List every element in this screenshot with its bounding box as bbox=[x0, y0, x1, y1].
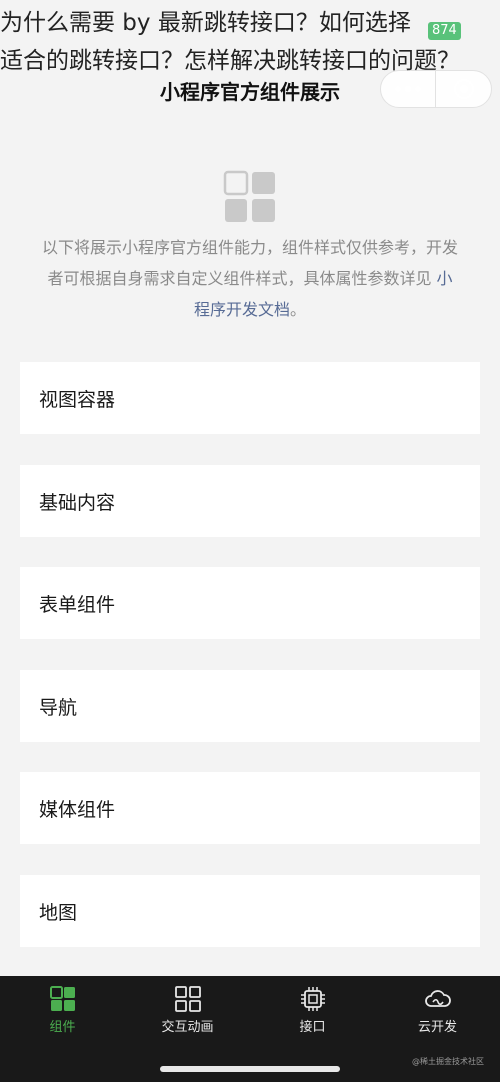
tab-label: 云开发 bbox=[417, 1020, 457, 1035]
menu-item-form-components[interactable]: 表单组件 bbox=[20, 567, 480, 639]
intro-body: 以下将展示小程序官方组件能力，组件样式仅供参考，开发者可根据自身需求自定义组件样… bbox=[41, 238, 458, 288]
overlay-headline-line1: 为什么需要 by 最新跳转接口？如何选择 bbox=[0, 10, 411, 36]
menu-item-label: 视图容器 bbox=[39, 388, 116, 411]
home-indicator bbox=[160, 1066, 340, 1072]
tab-components[interactable]: 组件 bbox=[0, 976, 125, 1082]
tab-label: 交互动画 bbox=[161, 1020, 214, 1035]
menu-item-map[interactable]: 地图 bbox=[20, 875, 480, 947]
overlay-headline: 为什么需要 by 最新跳转接口？如何选择 适合的跳转接口？怎样解决跳转接口的问题… bbox=[0, 4, 500, 80]
watermark: @稀土掘金技术社区 bbox=[412, 1057, 484, 1066]
intro-text: 以下将展示小程序官方组件能力，组件样式仅供参考，开发者可根据自身需求自定义组件样… bbox=[40, 232, 460, 325]
components-icon bbox=[49, 986, 75, 1011]
menu-item-label: 媒体组件 bbox=[39, 798, 116, 821]
components-logo-icon bbox=[223, 170, 277, 224]
menu-item-label: 表单组件 bbox=[39, 593, 116, 616]
chip-icon bbox=[300, 987, 325, 1011]
menu-item-label: 导航 bbox=[39, 696, 78, 719]
cloud-icon bbox=[424, 990, 451, 1007]
intro-tail: 。 bbox=[290, 300, 307, 319]
menu-item-view-container[interactable]: 视图容器 bbox=[20, 362, 480, 434]
more-dots-icon bbox=[395, 85, 421, 93]
menu-item-label: 地图 bbox=[39, 901, 78, 924]
interaction-icon bbox=[174, 986, 201, 1012]
tab-label: 组件 bbox=[49, 1020, 76, 1035]
overlay-headline-line2: 适合的跳转接口？怎样解决跳转接口的问题？ bbox=[0, 48, 460, 74]
menu-item-navigation[interactable]: 导航 bbox=[20, 670, 480, 742]
menu-item-basic-content[interactable]: 基础内容 bbox=[20, 465, 480, 537]
menu-item-label: 基础内容 bbox=[39, 491, 116, 514]
close-circle-icon bbox=[453, 78, 474, 100]
menu-item-media-components[interactable]: 媒体组件 bbox=[20, 772, 480, 844]
tab-label: 接口 bbox=[299, 1020, 326, 1035]
